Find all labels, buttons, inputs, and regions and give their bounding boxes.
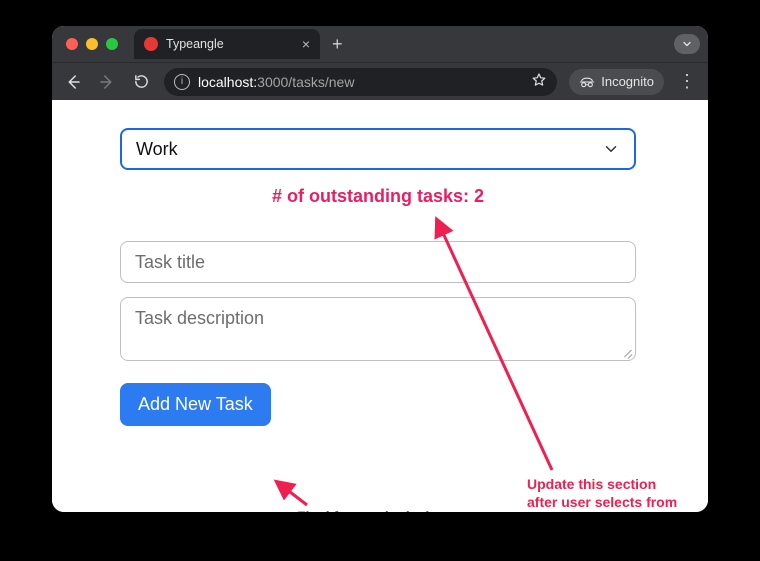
annotation-dropdown-note: Update this section after user selects f… <box>527 476 687 512</box>
titlebar: Typeangle × + <box>52 26 708 62</box>
fullscreen-window-button[interactable] <box>106 38 118 50</box>
browser-menu-button[interactable]: ⋮ <box>676 71 698 92</box>
incognito-badge[interactable]: Incognito <box>569 69 664 95</box>
window-controls <box>66 38 118 50</box>
page-content: Work # of outstanding tasks: 2 Task titl… <box>52 100 708 512</box>
incognito-icon <box>579 74 595 90</box>
star-icon <box>531 72 547 88</box>
tab-active[interactable]: Typeangle × <box>134 29 320 59</box>
reload-button[interactable] <box>130 71 152 93</box>
browser-window: Typeangle × + i localhost:3000/tasks/new <box>52 26 708 512</box>
task-description-input[interactable]: Task description <box>120 297 636 361</box>
close-window-button[interactable] <box>66 38 78 50</box>
tab-overflow-button[interactable] <box>674 34 700 54</box>
tabstrip: Typeangle × + <box>134 29 674 59</box>
resize-handle-icon[interactable] <box>622 347 632 357</box>
annotation-submit-note: Final form submission <box>297 508 446 512</box>
chevron-down-icon <box>602 140 620 158</box>
outstanding-count: # of outstanding tasks: 2 <box>120 186 636 207</box>
toolbar: i localhost:3000/tasks/new Incognito ⋮ <box>52 62 708 100</box>
bookmark-button[interactable] <box>531 72 547 91</box>
url-host: localhost:3000/tasks/new <box>198 74 354 90</box>
minimize-window-button[interactable] <box>86 38 98 50</box>
placeholder-text: Task description <box>135 308 264 328</box>
add-task-button-label: Add New Task <box>138 394 253 414</box>
tab-title: Typeangle <box>166 37 294 51</box>
back-button[interactable] <box>62 71 84 93</box>
task-title-input[interactable]: Task title <box>120 241 636 283</box>
add-task-button[interactable]: Add New Task <box>120 383 271 426</box>
favicon-icon <box>144 37 158 51</box>
incognito-label: Incognito <box>601 74 654 89</box>
site-info-icon[interactable]: i <box>174 74 190 90</box>
address-bar[interactable]: i localhost:3000/tasks/new <box>164 68 557 96</box>
forward-button[interactable] <box>96 71 118 93</box>
category-select[interactable]: Work <box>120 128 636 170</box>
arrow-left-icon <box>64 73 82 91</box>
new-task-form: Work # of outstanding tasks: 2 Task titl… <box>120 128 636 426</box>
close-tab-icon[interactable]: × <box>302 36 310 52</box>
arrow-right-icon <box>98 73 116 91</box>
placeholder-text: Task title <box>135 252 205 272</box>
new-tab-button[interactable]: + <box>326 34 349 55</box>
chevron-down-icon <box>681 38 693 50</box>
category-select-value: Work <box>136 139 602 160</box>
reload-icon <box>133 73 150 90</box>
